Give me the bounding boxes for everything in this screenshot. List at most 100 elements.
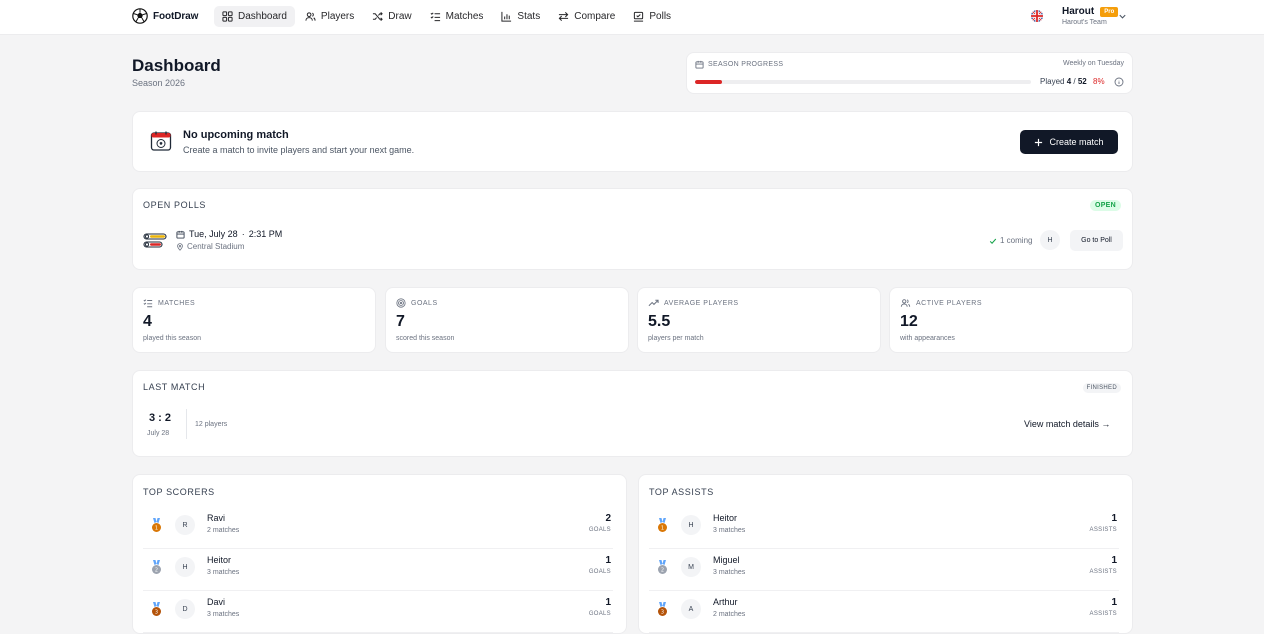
list-item[interactable]: 1 H Heitor 3 matches 1 ASSISTS [649, 507, 1119, 549]
upcoming-match-card: No upcoming match Create a match to invi… [132, 111, 1133, 172]
stat-label-text: GOALS [411, 299, 438, 307]
map-pin-icon [177, 242, 183, 251]
stat-label: MATCHES [143, 298, 195, 308]
season-progress-card: SEASON PROGRESS Weekly on Tuesday Played… [686, 52, 1133, 94]
assists-unit: ASSISTS [1089, 569, 1117, 575]
player-name: Heitor [207, 555, 232, 565]
target-icon [396, 298, 406, 308]
trend-icon [648, 299, 659, 307]
check-icon [989, 238, 997, 244]
player-matches: 3 matches [713, 527, 746, 534]
assists-unit: ASSISTS [1089, 611, 1117, 617]
users-icon [305, 12, 316, 21]
nav-draw[interactable]: Draw [364, 6, 419, 27]
medal-icon: 3 [152, 602, 161, 616]
user-menu[interactable]: Harout Pro Harout's Team [1062, 6, 1119, 26]
nav-label: Compare [574, 11, 616, 22]
list-icon [430, 12, 440, 22]
avatar: H [175, 557, 195, 577]
played-total: 52 [1077, 77, 1087, 86]
info-icon[interactable] [1114, 77, 1124, 87]
player-matches: 3 matches [713, 569, 746, 576]
stat-value: 4 [143, 313, 152, 330]
stat-label: AVERAGE PLAYERS [648, 298, 739, 308]
poll-status-badge: OPEN [1089, 200, 1121, 211]
nav-players[interactable]: Players [297, 6, 362, 27]
goals-unit: GOALS [588, 611, 611, 617]
svg-text:2: 2 [155, 568, 158, 574]
create-match-button[interactable]: Create match [1020, 130, 1118, 154]
avatar: R [175, 515, 195, 535]
chevron-down-icon[interactable] [1118, 12, 1127, 21]
page-subtitle: Season 2026 [132, 78, 186, 88]
nav-label: Draw [388, 11, 412, 22]
svg-text:2: 2 [661, 568, 664, 574]
go-to-poll-button[interactable]: Go to Poll [1070, 230, 1123, 251]
open-polls-card: OPEN POLLS OPEN Tue, July 28 · 2:31 PM C… [132, 188, 1133, 270]
poll-date: Tue, July 28 [189, 229, 238, 239]
nav-label: Dashboard [238, 11, 287, 22]
stat-card-active-players: ACTIVE PLAYERS 12 with appearances [889, 287, 1133, 353]
medal-icon: 2 [152, 560, 161, 574]
stat-value: 5.5 [648, 313, 671, 330]
match-players: 12 players [195, 421, 228, 428]
player-name: Davi [207, 597, 226, 607]
nav-stats[interactable]: Stats [493, 6, 548, 27]
stat-subtitle: scored this season [396, 335, 455, 342]
nav-label: Players [320, 11, 355, 22]
list-item[interactable]: 1 R Ravi 2 matches 2 GOALS [143, 507, 613, 549]
list-item[interactable]: 2 H Heitor 3 matches 1 GOALS [143, 549, 613, 591]
nav-dashboard[interactable]: Dashboard [214, 6, 295, 27]
create-match-label: Create match [1049, 137, 1104, 147]
player-name: Miguel [713, 555, 740, 565]
avatar: D [175, 599, 195, 619]
goals-value: 2 [605, 513, 611, 524]
coming-count: 1 coming [989, 236, 1032, 245]
list-item[interactable]: 2 M Miguel 3 matches 1 ASSISTS [649, 549, 1119, 591]
list-item[interactable]: 3 D Davi 3 matches 1 GOALS [143, 591, 613, 633]
assists-value: 1 [1111, 555, 1117, 566]
assists-value: 1 [1111, 597, 1117, 608]
last-match-card: LAST MATCH FINISHED 3 : 2 July 28 12 pla… [132, 370, 1133, 457]
avatar: H [681, 515, 701, 535]
played-separator: / [1073, 77, 1076, 86]
list-item[interactable]: 3 A Arthur 2 matches 1 ASSISTS [649, 591, 1119, 633]
assists-unit: ASSISTS [1089, 527, 1117, 533]
stat-label-text: MATCHES [158, 299, 196, 307]
player-name: Heitor [713, 513, 738, 523]
nav-label: Matches [445, 11, 484, 22]
pro-badge: Pro [1100, 6, 1119, 17]
avatar: M [681, 557, 701, 577]
player-matches: 2 matches [713, 611, 746, 618]
poll-location-text: Central Stadium [187, 242, 245, 251]
calendar-icon [176, 230, 185, 239]
progress-bar [695, 80, 1031, 84]
svg-text:3: 3 [661, 610, 664, 616]
poll-date-separator: · [241, 229, 245, 239]
avatar: A [681, 599, 701, 619]
stat-card-matches: MATCHES 4 played this season [132, 287, 376, 353]
brand-logo[interactable]: FootDraw [132, 8, 198, 24]
goals-value: 1 [605, 597, 611, 608]
view-match-details-link[interactable]: View match details → [1024, 419, 1110, 429]
season-progress-label: SEASON PROGRESS [695, 60, 783, 69]
poll-location: Central Stadium [176, 242, 244, 251]
stat-label-text: ACTIVE PLAYERS [916, 299, 983, 307]
stat-card-average-players: AVERAGE PLAYERS 5.5 players per match [637, 287, 881, 353]
poll-datetime: Tue, July 28 · 2:31 PM [176, 229, 282, 239]
nav-compare[interactable]: Compare [550, 6, 623, 27]
stat-value: 7 [396, 313, 405, 330]
svg-text:3: 3 [155, 610, 158, 616]
svg-text:1: 1 [155, 526, 158, 532]
medal-icon: 1 [658, 518, 667, 532]
medal-icon: 2 [658, 560, 667, 574]
progress-percent: 8% [1093, 77, 1105, 86]
schedule-text: Weekly on Tuesday [1063, 60, 1124, 67]
nav-matches[interactable]: Matches [422, 6, 492, 27]
nav-polls[interactable]: Polls [625, 6, 679, 27]
uk-flag-icon[interactable] [1031, 10, 1043, 22]
app-name: FootDraw [153, 10, 199, 22]
polls-title: OPEN POLLS [143, 200, 207, 210]
stat-label: ACTIVE PLAYERS [900, 298, 982, 308]
goals-unit: GOALS [588, 527, 611, 533]
